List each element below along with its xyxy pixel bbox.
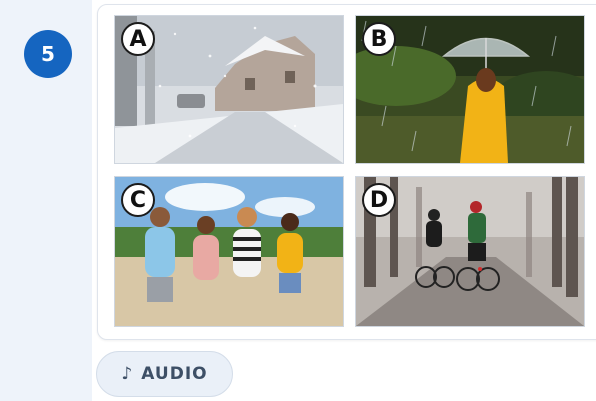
option-d-letter: D: [362, 183, 396, 217]
option-a-letter: A: [121, 22, 155, 56]
option-c-image[interactable]: C: [114, 176, 344, 327]
option-b-letter: B: [362, 22, 396, 56]
answer-options-card: A B C D: [97, 4, 596, 340]
option-d-image[interactable]: D: [355, 176, 585, 327]
question-sidebar: 5: [0, 0, 92, 401]
audio-button-label: AUDIO: [141, 364, 208, 384]
music-note-icon: ♪: [121, 364, 134, 384]
option-b-image[interactable]: B: [355, 15, 585, 164]
audio-button[interactable]: ♪ AUDIO: [96, 351, 233, 397]
option-c-letter: C: [121, 183, 155, 217]
option-a-image[interactable]: A: [114, 15, 344, 164]
question-number-badge: 5: [24, 30, 72, 78]
